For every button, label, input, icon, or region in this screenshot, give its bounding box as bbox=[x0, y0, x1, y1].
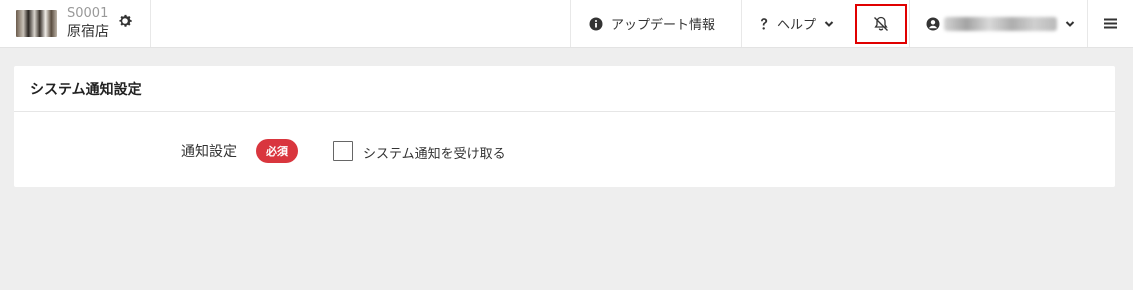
user-name-redacted bbox=[944, 16, 1057, 31]
receive-system-notification-checkbox[interactable] bbox=[333, 141, 353, 161]
system-notification-settings-panel: システム通知設定 通知設定 必須 システム通知を受け取る bbox=[14, 66, 1115, 187]
bell-slash-icon bbox=[874, 16, 888, 31]
hamburger-icon bbox=[1104, 18, 1117, 29]
gear-icon[interactable] bbox=[117, 13, 133, 29]
user-circle-icon bbox=[926, 17, 940, 30]
user-menu-button[interactable] bbox=[909, 0, 1086, 47]
chevron-down-icon bbox=[1065, 20, 1075, 27]
top-navbar: S0001 原宿店 アップデート情報 ヘルプ bbox=[0, 0, 1133, 48]
info-circle-icon bbox=[589, 17, 603, 30]
update-info-button[interactable]: アップデート情報 bbox=[570, 0, 741, 47]
question-icon bbox=[761, 17, 768, 30]
update-info-label: アップデート情報 bbox=[611, 18, 716, 33]
store-name: 原宿店 bbox=[67, 24, 109, 40]
receive-system-notification-label[interactable]: システム通知を受け取る bbox=[363, 143, 506, 162]
store-selector[interactable]: S0001 原宿店 bbox=[0, 0, 151, 47]
notifications-toggle-button[interactable] bbox=[855, 4, 907, 44]
chevron-down-icon bbox=[824, 20, 834, 27]
help-label: ヘルプ bbox=[777, 18, 817, 33]
store-thumbnail bbox=[16, 10, 57, 37]
store-code: S0001 bbox=[67, 6, 109, 21]
main-menu-button[interactable] bbox=[1087, 0, 1133, 47]
panel-title: システム通知設定 bbox=[14, 66, 1115, 112]
notification-setting-label: 通知設定 bbox=[181, 144, 237, 160]
help-menu-button[interactable]: ヘルプ bbox=[741, 0, 854, 47]
notification-setting-row: 通知設定 必須 システム通知を受け取る bbox=[14, 112, 1115, 187]
required-badge: 必須 bbox=[256, 139, 298, 163]
